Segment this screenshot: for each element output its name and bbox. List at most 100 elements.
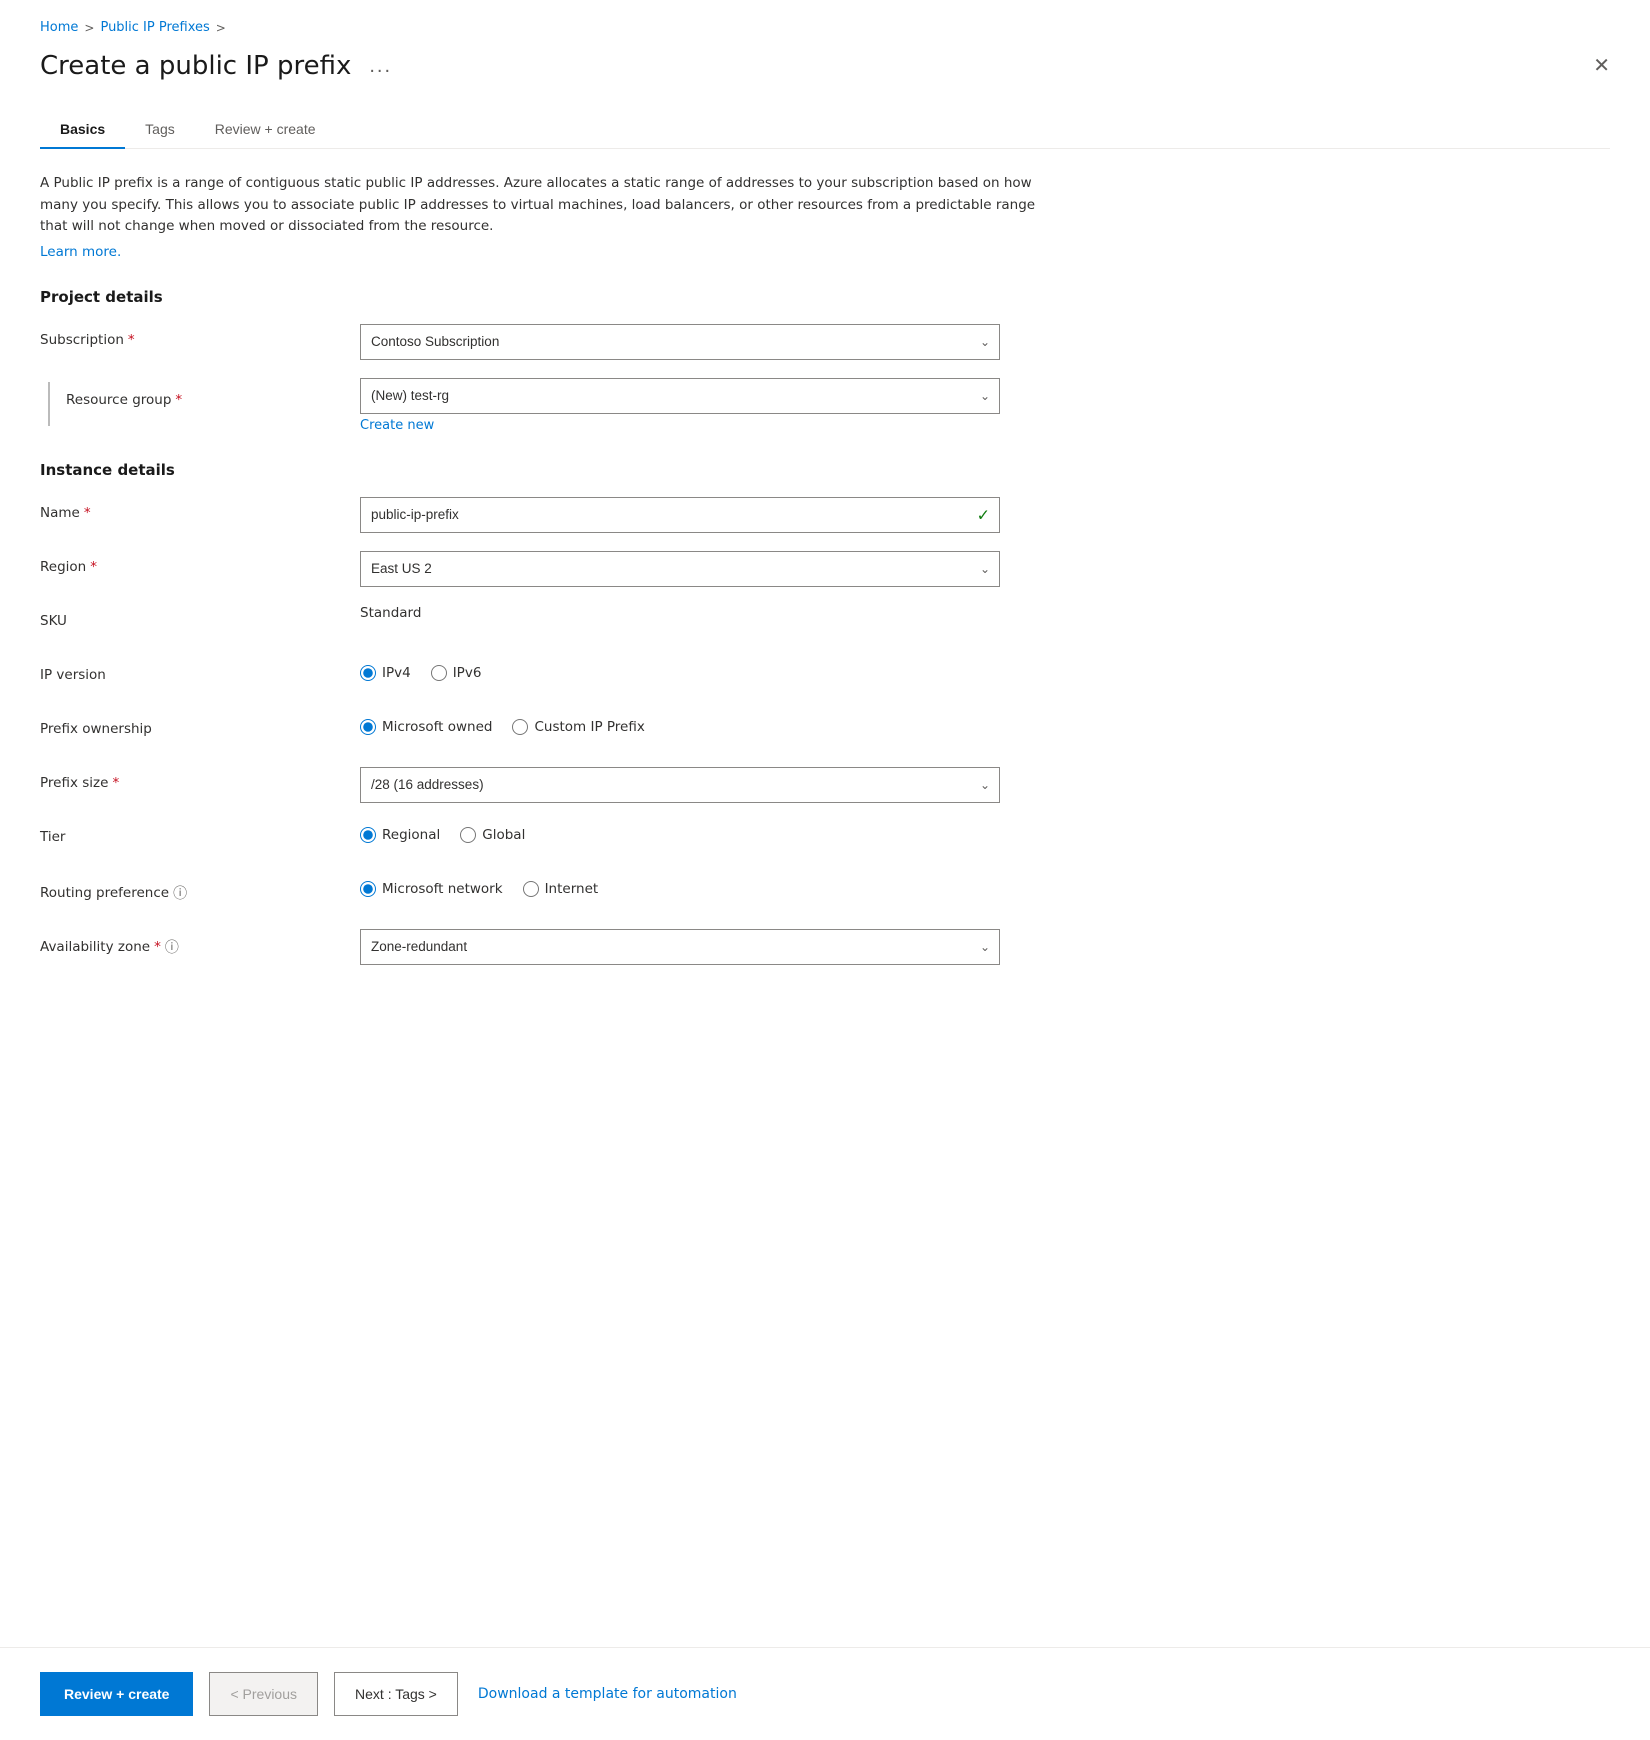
resource-group-label-area: Resource group * xyxy=(40,378,360,426)
ip-version-row: IP version IPv4 IPv6 xyxy=(40,659,1610,695)
name-input-wrapper: ✓ xyxy=(360,497,1000,533)
tier-row: Tier Regional Global xyxy=(40,821,1610,857)
ip-version-radio-group: IPv4 IPv6 xyxy=(360,659,1000,681)
tab-review-create[interactable]: Review + create xyxy=(195,111,336,149)
availability-zone-label: Availability zone * ⓘ xyxy=(40,929,360,957)
ip-version-ipv6-option[interactable]: IPv6 xyxy=(431,665,482,681)
learn-more-link[interactable]: Learn more. xyxy=(40,244,121,260)
prefix-size-row: Prefix size * /28 (16 addresses) ⌄ xyxy=(40,767,1610,803)
prefix-ownership-radio-group: Microsoft owned Custom IP Prefix xyxy=(360,713,1000,735)
sku-label: SKU xyxy=(40,605,360,629)
routing-preference-microsoft-option[interactable]: Microsoft network xyxy=(360,881,503,897)
sku-row: SKU Standard xyxy=(40,605,1610,641)
availability-zone-select-wrapper: Zone-redundant ⌄ xyxy=(360,929,1000,965)
main-content: Home > Public IP Prefixes > Create a pub… xyxy=(0,0,1650,1647)
ip-version-ipv6-radio[interactable] xyxy=(431,665,447,681)
subscription-select[interactable]: Contoso Subscription xyxy=(360,324,1000,360)
prefix-ownership-microsoft-radio[interactable] xyxy=(360,719,376,735)
prefix-ownership-custom-radio[interactable] xyxy=(512,719,528,735)
prefix-ownership-microsoft-option[interactable]: Microsoft owned xyxy=(360,719,492,735)
tier-global-radio[interactable] xyxy=(460,827,476,843)
tier-label: Tier xyxy=(40,821,360,845)
page-header: Create a public IP prefix ... ✕ xyxy=(40,51,1610,81)
availability-zone-info-icon[interactable]: ⓘ xyxy=(165,937,179,957)
prefix-ownership-custom-label: Custom IP Prefix xyxy=(534,719,644,735)
routing-preference-info-icon[interactable]: ⓘ xyxy=(173,883,187,903)
page-container: Home > Public IP Prefixes > Create a pub… xyxy=(0,0,1650,1740)
routing-preference-internet-option[interactable]: Internet xyxy=(523,881,599,897)
prefix-size-select-wrapper: /28 (16 addresses) ⌄ xyxy=(360,767,1000,803)
routing-preference-row: Routing preference ⓘ Microsoft network I… xyxy=(40,875,1610,911)
close-button[interactable]: ✕ xyxy=(1593,56,1610,76)
subscription-required: * xyxy=(128,332,135,348)
prefix-ownership-label: Prefix ownership xyxy=(40,713,360,737)
name-input[interactable] xyxy=(360,497,1000,533)
name-check-icon: ✓ xyxy=(977,505,990,524)
region-select-wrapper: East US 2 ⌄ xyxy=(360,551,1000,587)
subscription-select-wrapper: Contoso Subscription ⌄ xyxy=(360,324,1000,360)
region-label: Region * xyxy=(40,551,360,575)
tab-basics[interactable]: Basics xyxy=(40,111,125,149)
ip-version-label: IP version xyxy=(40,659,360,683)
breadcrumb-sep1: > xyxy=(84,21,94,35)
tier-global-label: Global xyxy=(482,827,525,843)
resource-group-select[interactable]: (New) test-rg xyxy=(360,378,1000,414)
create-new-link[interactable]: Create new xyxy=(360,418,1000,433)
sku-static: Standard xyxy=(360,597,421,621)
region-required: * xyxy=(90,559,97,575)
next-button[interactable]: Next : Tags > xyxy=(334,1672,458,1716)
subscription-label: Subscription * xyxy=(40,324,360,348)
breadcrumb-home[interactable]: Home xyxy=(40,20,78,35)
prefix-ownership-row: Prefix ownership Microsoft owned Custom … xyxy=(40,713,1610,749)
section-instance: Instance details xyxy=(40,461,1610,479)
page-title: Create a public IP prefix xyxy=(40,51,351,81)
region-control: East US 2 ⌄ xyxy=(360,551,1000,587)
routing-preference-internet-label: Internet xyxy=(545,881,599,897)
section-project: Project details xyxy=(40,288,1610,306)
name-label: Name * xyxy=(40,497,360,521)
sku-value: Standard xyxy=(360,605,1000,621)
tabs-container: Basics Tags Review + create xyxy=(40,111,1610,149)
ip-version-ipv4-option[interactable]: IPv4 xyxy=(360,665,411,681)
routing-preference-control: Microsoft network Internet xyxy=(360,875,1000,897)
ip-version-ipv6-label: IPv6 xyxy=(453,665,482,681)
download-template-link[interactable]: Download a template for automation xyxy=(474,1676,741,1712)
breadcrumb-prefixes[interactable]: Public IP Prefixes xyxy=(100,20,209,35)
prefix-ownership-control: Microsoft owned Custom IP Prefix xyxy=(360,713,1000,735)
review-create-button[interactable]: Review + create xyxy=(40,1672,193,1716)
tier-regional-option[interactable]: Regional xyxy=(360,827,440,843)
resource-group-label: Resource group xyxy=(66,392,171,408)
subscription-row: Subscription * Contoso Subscription ⌄ xyxy=(40,324,1610,360)
tier-regional-radio[interactable] xyxy=(360,827,376,843)
prefix-size-label: Prefix size * xyxy=(40,767,360,791)
availability-zone-select[interactable]: Zone-redundant xyxy=(360,929,1000,965)
ip-version-control: IPv4 IPv6 xyxy=(360,659,1000,681)
prefix-size-required: * xyxy=(112,775,119,791)
routing-preference-microsoft-label: Microsoft network xyxy=(382,881,503,897)
breadcrumb-sep2: > xyxy=(216,21,226,35)
routing-preference-internet-radio[interactable] xyxy=(523,881,539,897)
region-select[interactable]: East US 2 xyxy=(360,551,1000,587)
ip-version-ipv4-label: IPv4 xyxy=(382,665,411,681)
prefix-ownership-microsoft-label: Microsoft owned xyxy=(382,719,492,735)
resource-group-select-wrapper: (New) test-rg ⌄ xyxy=(360,378,1000,414)
prefix-size-select[interactable]: /28 (16 addresses) xyxy=(360,767,1000,803)
previous-button[interactable]: < Previous xyxy=(209,1672,318,1716)
tab-tags[interactable]: Tags xyxy=(125,111,195,149)
tier-global-option[interactable]: Global xyxy=(460,827,525,843)
description-text: A Public IP prefix is a range of contigu… xyxy=(40,173,1040,238)
ellipsis-button[interactable]: ... xyxy=(363,53,398,80)
resource-group-row: Resource group * (New) test-rg ⌄ Create … xyxy=(40,378,1610,433)
name-control: ✓ xyxy=(360,497,1000,533)
ip-version-ipv4-radio[interactable] xyxy=(360,665,376,681)
tier-control: Regional Global xyxy=(360,821,1000,843)
availability-zone-row: Availability zone * ⓘ Zone-redundant ⌄ xyxy=(40,929,1610,965)
subscription-control: Contoso Subscription ⌄ xyxy=(360,324,1000,360)
breadcrumb: Home > Public IP Prefixes > xyxy=(40,20,1610,35)
prefix-ownership-custom-option[interactable]: Custom IP Prefix xyxy=(512,719,644,735)
resource-group-required: * xyxy=(175,392,182,408)
name-required: * xyxy=(84,505,91,521)
routing-preference-label: Routing preference ⓘ xyxy=(40,875,360,903)
availability-zone-control: Zone-redundant ⌄ xyxy=(360,929,1000,965)
routing-preference-microsoft-radio[interactable] xyxy=(360,881,376,897)
